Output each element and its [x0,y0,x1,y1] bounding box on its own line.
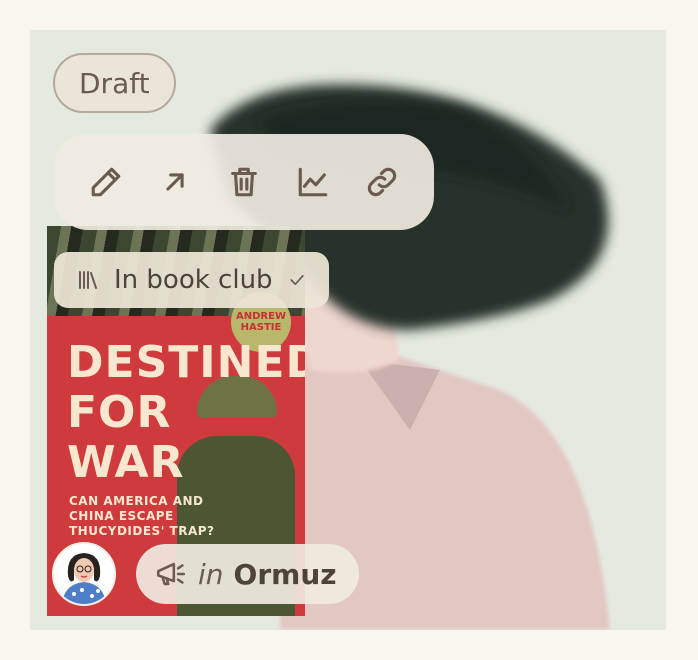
pencil-icon [91,167,121,197]
copy-link-button[interactable] [362,162,402,202]
in-label: in [198,557,224,591]
book-club-toggle[interactable]: In book club [54,252,329,308]
edit-button[interactable] [86,162,126,202]
book-club-label: In book club [114,265,273,295]
book-title: DESTINED FOR WAR [67,337,305,488]
open-button[interactable] [155,162,195,202]
avatar-illustration [54,544,114,604]
action-toolbar [54,134,434,230]
delete-button[interactable] [224,162,264,202]
books-icon [79,271,97,289]
status-badge: Draft [53,53,176,113]
avatar[interactable] [52,542,116,606]
group-name[interactable]: Ormuz [234,558,337,591]
posted-in-group[interactable]: in Ormuz [136,544,359,604]
chart-icon [298,167,328,197]
megaphone-icon [156,562,186,586]
status-badge-label: Draft [79,66,150,100]
book-subtitle: CAN AMERICA AND CHINA ESCAPE THUCYDIDES'… [69,494,215,538]
trash-icon [231,167,257,197]
stats-button[interactable] [293,162,333,202]
arrow-up-right-icon [166,173,184,191]
check-icon [289,275,304,285]
post-card[interactable]: Draft ANDREW HASTIE DESTINED FOR WAR CAN… [30,30,666,630]
link-icon [367,167,397,197]
